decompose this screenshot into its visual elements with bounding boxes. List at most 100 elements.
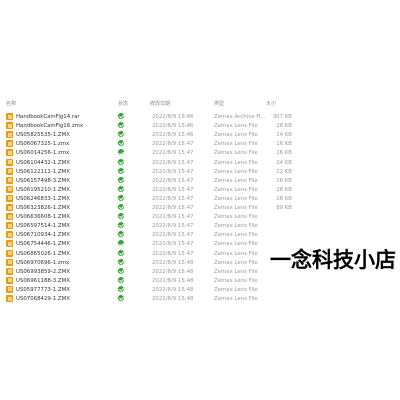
sync-ok-icon bbox=[118, 194, 124, 201]
file-date: 2022/8/9 15:48 bbox=[152, 268, 194, 275]
zemax-file-icon bbox=[6, 131, 13, 139]
file-name: US06104432-1.ZMX bbox=[16, 159, 70, 166]
zemax-file-icon bbox=[6, 204, 13, 211]
sync-ok-icon bbox=[118, 113, 124, 119]
sync-ok-icon bbox=[118, 249, 124, 256]
file-date: 2022/8/9 15:47 bbox=[152, 186, 194, 193]
file-size: 80 KB bbox=[276, 205, 292, 211]
file-name: US06993859-2.ZMX bbox=[16, 268, 70, 275]
zemax-file-icon bbox=[6, 194, 13, 202]
file-type: Zemax Lens File bbox=[214, 223, 258, 230]
file-date: 2022/8/9 15:47 bbox=[152, 250, 194, 257]
file-type: Zemax Lens File bbox=[214, 205, 258, 211]
sync-ok-icon bbox=[118, 140, 124, 147]
file-name: US06157498-3.ZMX bbox=[16, 177, 70, 184]
zemax-file-icon bbox=[6, 231, 13, 239]
file-date: 2022/8/9 15:47 bbox=[152, 205, 194, 211]
zemax-file-icon bbox=[6, 240, 13, 248]
file-name: US05977773-1.ZMX bbox=[16, 286, 70, 293]
file-date: 2022/8/9 15:48 bbox=[152, 296, 194, 302]
file-size: 307 KB bbox=[272, 114, 292, 120]
file-type: Zemax Lens File bbox=[214, 186, 258, 193]
zemax-file-icon bbox=[6, 222, 13, 230]
file-size: 16 KB bbox=[276, 150, 292, 157]
file-size: 14 KB bbox=[276, 132, 292, 139]
file-type: Zemax Lens File bbox=[214, 141, 258, 148]
zemax-file-icon bbox=[6, 249, 13, 257]
file-date: 2022/8/9 15:47 bbox=[152, 241, 194, 248]
file-type: Zemax Lens File bbox=[214, 241, 258, 248]
sync-ok-icon bbox=[118, 158, 124, 165]
file-date: 2022/8/9 15:47 bbox=[152, 141, 194, 148]
file-type: Zemax Lens File bbox=[214, 277, 258, 284]
zemax-file-icon bbox=[6, 149, 13, 157]
file-name: US06710934-1.ZMX bbox=[16, 232, 70, 239]
zemax-file-icon bbox=[6, 213, 13, 221]
file-date: 2022/8/9 15:47 bbox=[152, 168, 194, 175]
sync-ok-icon bbox=[118, 149, 124, 156]
file-date: 2022/8/9 15:48 bbox=[152, 277, 194, 284]
file-type: Zemax Lens File bbox=[214, 177, 258, 184]
zemax-file-icon bbox=[6, 258, 13, 266]
file-date: 2022/8/9 15:47 bbox=[152, 232, 194, 239]
file-date: 2022/8/9 15:48 bbox=[152, 259, 194, 266]
watermark-text: 一念科技小店 bbox=[270, 247, 396, 272]
file-type: Zemax Lens File bbox=[214, 232, 258, 239]
sync-ok-icon bbox=[118, 204, 124, 210]
file-name: US06961188-3.ZMX bbox=[16, 277, 70, 284]
file-date: 2022/8/9 15:47 bbox=[152, 150, 194, 157]
zemax-file-icon bbox=[6, 267, 13, 275]
file-name: US06014256-1.zmx bbox=[16, 150, 70, 157]
file-name: US06246833-1.ZMX bbox=[16, 195, 70, 202]
file-size: 26 KB bbox=[276, 177, 292, 184]
sync-ok-icon bbox=[118, 276, 124, 283]
file-name: US06865026-1.ZMX bbox=[16, 250, 70, 257]
file-date: 2022/8/9 15:47 bbox=[152, 214, 194, 221]
file-name: HandbookCamFig16.zmx bbox=[16, 123, 84, 130]
file-size: 28 KB bbox=[276, 123, 292, 130]
sync-ok-icon bbox=[118, 258, 124, 265]
zemax-file-icon bbox=[6, 113, 13, 120]
file-type: Zemax Lens File bbox=[214, 259, 258, 266]
file-type: Zemax Lens File bbox=[214, 159, 258, 166]
sync-ok-icon bbox=[118, 267, 124, 274]
file-name: HandbookCamFig14.rar bbox=[16, 114, 80, 120]
sync-ok-icon bbox=[118, 231, 124, 238]
sync-ok-icon bbox=[118, 185, 124, 192]
file-name: US05825535-1.ZMX bbox=[16, 132, 70, 139]
file-type: Zemax Lens File bbox=[214, 195, 258, 202]
file-date: 2022/8/9 15:46 bbox=[152, 132, 194, 139]
file-date: 2022/8/9 15:48 bbox=[152, 286, 194, 293]
zemax-file-icon bbox=[6, 295, 13, 302]
file-date: 2022/8/9 15:46 bbox=[152, 114, 194, 120]
file-date: 2022/8/9 15:47 bbox=[152, 195, 194, 202]
column-type-header[interactable]: 类型 bbox=[214, 100, 224, 107]
file-name: US06636608-1.ZMX bbox=[16, 214, 70, 221]
file-name: US06195210-1.ZMX bbox=[16, 186, 70, 193]
zemax-file-icon bbox=[6, 140, 13, 148]
file-date: 2022/8/9 15:47 bbox=[152, 177, 194, 184]
file-date: 2022/8/9 15:47 bbox=[152, 223, 194, 230]
column-modified-header[interactable]: 修改日期 bbox=[150, 100, 170, 107]
file-row[interactable]: US07068429-1.ZMX 2022/8/9 15:48 Zemax Lens… bbox=[0, 294, 400, 304]
file-type: Zemax Lens File bbox=[214, 132, 258, 139]
zemax-file-icon bbox=[6, 185, 13, 193]
zemax-file-icon bbox=[6, 276, 13, 284]
file-type: Zemax Lens File bbox=[214, 150, 258, 157]
file-name: US06597514-1.ZMX bbox=[16, 223, 70, 230]
file-name: US06970696-1.zmx bbox=[16, 259, 70, 266]
column-size-header[interactable]: 大小 bbox=[266, 100, 276, 107]
file-type: Zemax Archive Fi... bbox=[214, 114, 266, 120]
file-name: US06067325-1.zmx bbox=[16, 141, 70, 148]
sync-ok-icon bbox=[118, 122, 124, 129]
column-name-header[interactable]: 名称 bbox=[6, 100, 16, 107]
column-status-header[interactable]: 状态 bbox=[118, 100, 128, 107]
file-size: 24 KB bbox=[276, 159, 292, 166]
column-header: 名称 状态 修改日期 类型 大小 bbox=[0, 97, 400, 109]
sync-ok-icon bbox=[118, 295, 124, 301]
file-size: 26 KB bbox=[276, 186, 292, 193]
zemax-file-icon bbox=[6, 167, 13, 175]
file-size: 22 KB bbox=[276, 168, 292, 175]
sync-ok-icon bbox=[118, 222, 124, 229]
sync-ok-icon bbox=[118, 285, 124, 292]
